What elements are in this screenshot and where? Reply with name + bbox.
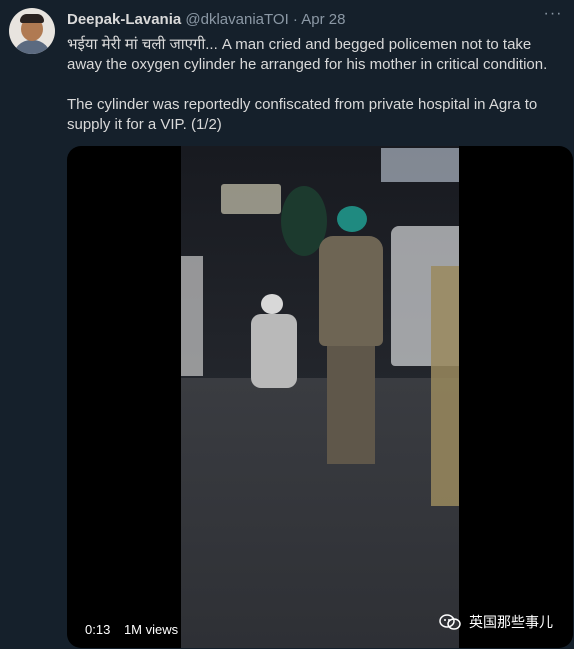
wechat-icon (439, 614, 461, 630)
handle[interactable]: @dklavaniaTOI (185, 11, 288, 28)
avatar[interactable] (9, 8, 55, 54)
video-stats: 0:13 1M views (85, 622, 188, 637)
tweet-text-line2: The cylinder was reportedly confiscated … (67, 96, 538, 133)
tweet: Deepak-Lavania @dklavaniaTOI · Apr 28 ··… (0, 0, 574, 649)
tweet-date[interactable]: Apr 28 (301, 11, 345, 28)
video-time: 0:13 (85, 622, 111, 637)
display-name[interactable]: Deepak-Lavania (67, 11, 181, 28)
separator: · (292, 11, 298, 28)
video-views: 1M views (123, 622, 179, 637)
tweet-text-line1: भईया मेरी मां चली जाएगी... A man cried a… (67, 36, 548, 73)
video-player[interactable]: 0:13 1M views 英国那些事儿 (67, 146, 573, 648)
ellipsis-icon[interactable]: ··· (540, 4, 566, 24)
tweet-header: Deepak-Lavania @dklavaniaTOI · Apr 28 (67, 11, 345, 28)
watermark: 英国那些事儿 (439, 612, 553, 632)
video-frame (181, 146, 459, 648)
watermark-text: 英国那些事儿 (469, 614, 553, 630)
tweet-text: भईया मेरी मां चली जाएगी... A man cried a… (67, 35, 567, 135)
